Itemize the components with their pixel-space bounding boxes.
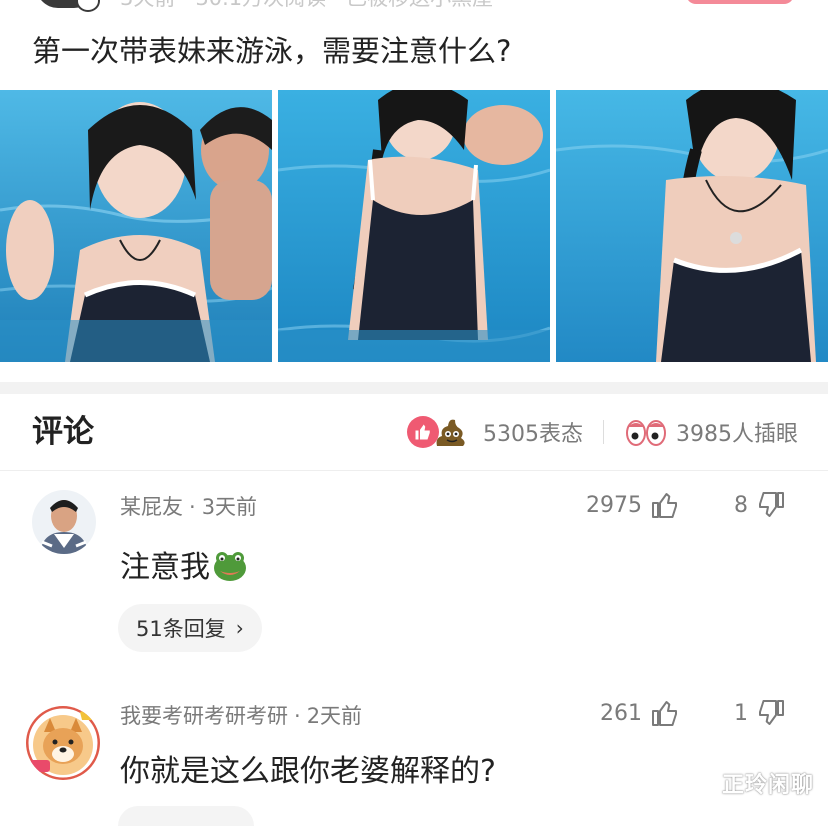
post-meta-row: 3天前 · 30.1万次阅读 · 已被移送小黑屋 (0, 0, 828, 14)
view-replies-button[interactable]: 51条回复 › (118, 604, 262, 652)
reply-count-label: 51条回复 (136, 617, 226, 641)
watermark: 正玲闲聊 (721, 773, 814, 798)
frog-emoji-icon (214, 552, 246, 581)
comment-text: 你就是这么跟你老婆解释的? (120, 754, 496, 789)
comment-item: 我要考研考研考研 · 2天前 261 1 你就是这么跟你老婆解释的? (0, 680, 828, 826)
comment-meta: 我要考研考研考研 · 2天前 (120, 701, 362, 731)
avatar[interactable] (32, 490, 96, 554)
username[interactable]: 某屁友 (120, 495, 183, 519)
like-button[interactable]: 2975 (586, 490, 680, 520)
username[interactable]: 我要考研考研考研 (120, 704, 288, 728)
verified-badge-icon (76, 0, 100, 12)
post-photo-1[interactable] (0, 90, 272, 362)
comment-time: 3天前 (201, 495, 258, 519)
comments-header: 评论 5305表态 3985人插眼 (0, 394, 828, 471)
thumbs-down-icon (759, 700, 784, 725)
dislike-button[interactable]: 8 (734, 490, 786, 520)
thumbs-up-icon (652, 701, 677, 726)
like-count: 261 (600, 700, 642, 726)
section-divider (0, 382, 828, 394)
comment-text: 注意我 (120, 546, 248, 590)
meta-dot: · (189, 495, 196, 519)
eyes-count: 3985人插眼 (676, 422, 798, 447)
comment-text-body: 注意我 (120, 550, 210, 585)
dislike-count: 1 (734, 700, 748, 726)
comments-title: 评论 (32, 414, 94, 450)
like-reaction-icon (407, 416, 439, 448)
post-title: 第一次带表妹来游泳，需要注意什么? (32, 34, 512, 68)
view-replies-button[interactable] (118, 806, 254, 826)
post-photo-grid (0, 90, 828, 362)
dislike-button[interactable]: 1 (734, 698, 786, 728)
avatar[interactable] (26, 706, 100, 780)
reactions-count: 5305表态 (483, 422, 583, 447)
post-photo-2[interactable] (278, 90, 550, 362)
chevron-right-icon: › (235, 616, 244, 640)
thumbs-up-icon (652, 493, 677, 518)
comment-meta: 某屁友 · 3天前 (120, 492, 257, 522)
post-photo-3[interactable] (556, 90, 828, 362)
header-separator (603, 420, 604, 444)
thumbs-down-icon (759, 492, 784, 517)
reactions-summary[interactable]: 5305表态 3985人插眼 (407, 414, 798, 450)
eyes-icon (626, 420, 666, 446)
like-button[interactable]: 261 (600, 698, 680, 728)
comment-time: 2天前 (306, 704, 363, 728)
dislike-count: 8 (734, 492, 748, 518)
comment-item: 某屁友 · 3天前 2975 8 注意我 51条回复 › (0, 470, 828, 680)
like-count: 2975 (586, 492, 642, 518)
meta-dot: · (294, 704, 301, 728)
post-meta-text: 3天前 · 30.1万次阅读 · 已被移送小黑屋 (120, 0, 493, 10)
follow-button[interactable] (686, 0, 794, 4)
